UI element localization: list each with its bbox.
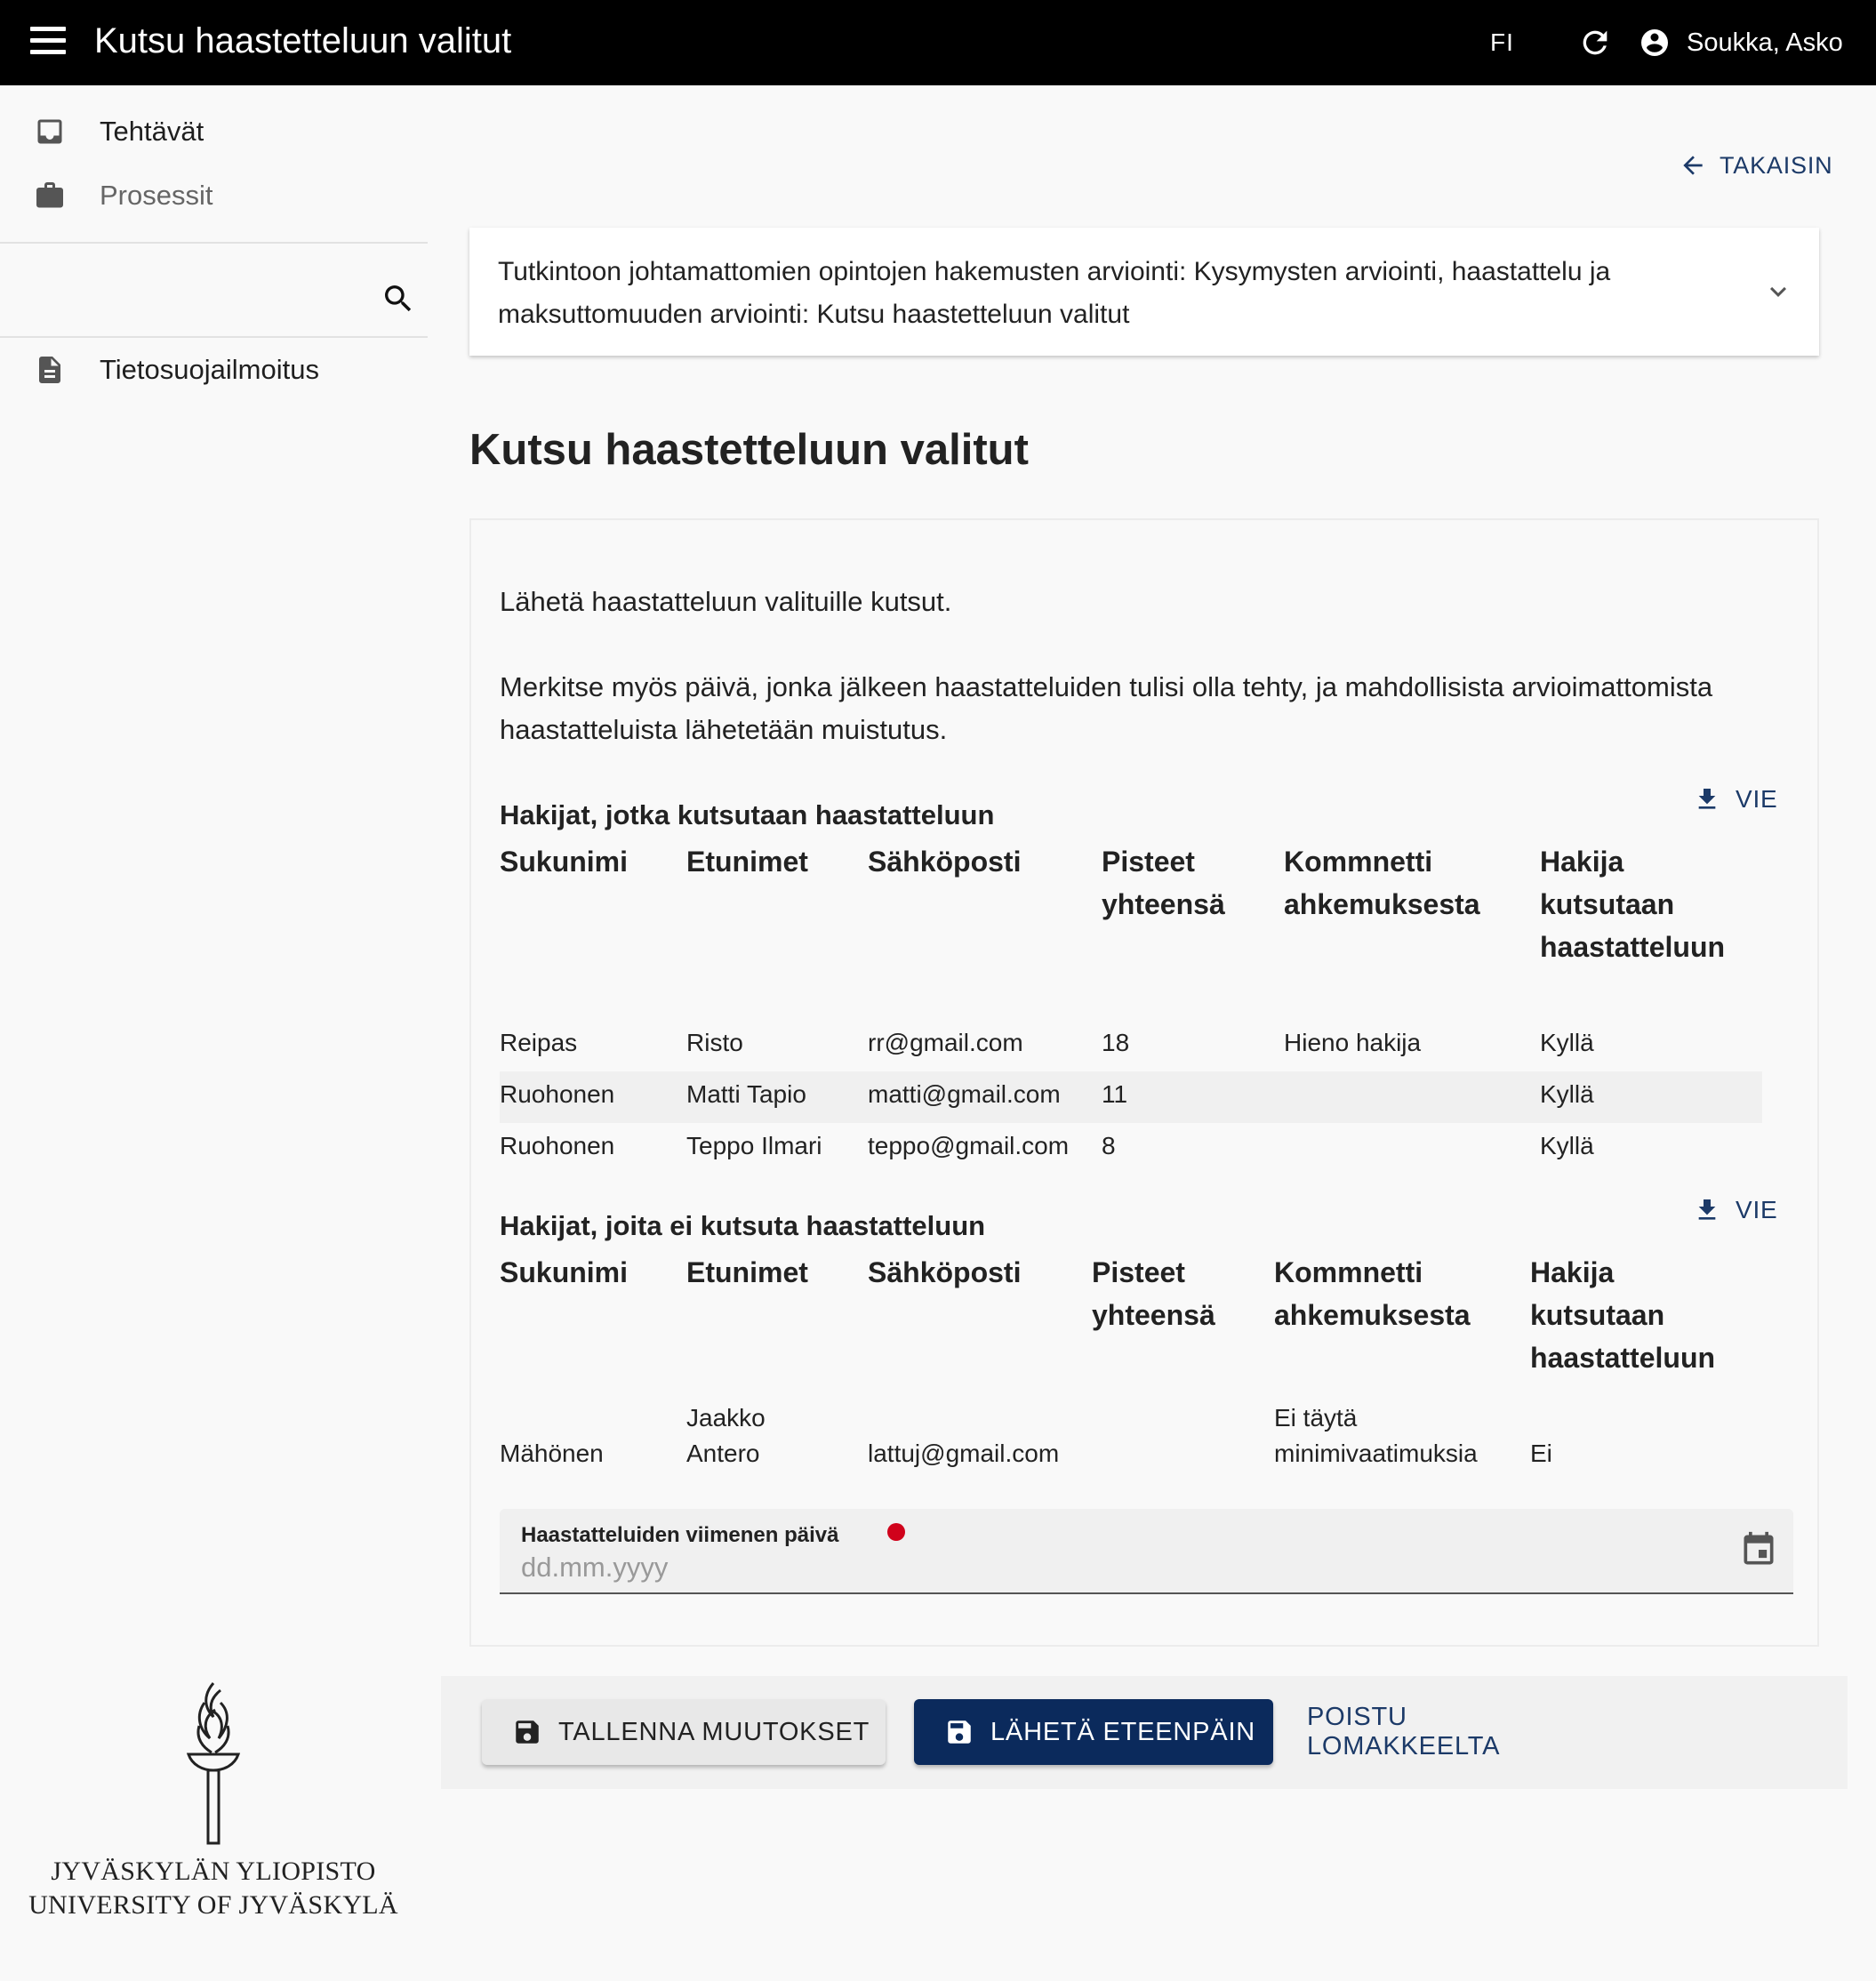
top-app-bar: Kutsu haastetteluun valitut FI Soukka, A… (0, 0, 1876, 85)
send-forward-button[interactable]: LÄHETÄ ETEENPÄIN (914, 1699, 1273, 1765)
table-cell: Hieno hakija (1284, 1029, 1422, 1056)
send-label: LÄHETÄ ETEENPÄIN (990, 1717, 1256, 1746)
column-header: Sähköposti (868, 1256, 1022, 1288)
logo-text-en: UNIVERSITY OF JYVÄSKYLÄ (28, 1890, 398, 1920)
download-icon (1698, 789, 1716, 809)
process-title: Tutkintoon johtamattomien opintojen hake… (498, 257, 1611, 329)
sidebar-item-tasks[interactable]: Tehtävät (0, 105, 428, 158)
chevron-down-icon[interactable] (1762, 276, 1794, 308)
table-cell: 18 (1102, 1029, 1130, 1056)
refresh-icon[interactable] (1577, 25, 1613, 60)
column-header: Hakija kutsutaan haastatteluun (1540, 846, 1726, 963)
logo-text-fi: JYVÄSKYLÄN YLIOPISTO (51, 1857, 376, 1886)
table-cell: Matti Tapio (686, 1080, 806, 1108)
table-cell: Kyllä (1540, 1029, 1594, 1056)
table-cell: Ruohonen (500, 1132, 615, 1159)
table-cell: teppo@gmail.com (868, 1132, 1070, 1159)
divider (0, 242, 428, 244)
table-cell: Reipas (500, 1029, 578, 1056)
table-cell: Risto (686, 1029, 743, 1056)
back-button[interactable]: TAKAISIN (1679, 151, 1832, 180)
table-cell: Teppo Ilmari (686, 1132, 822, 1159)
back-label: TAKAISIN (1720, 151, 1833, 179)
export-label: VIE (1736, 1196, 1778, 1223)
save-icon (516, 1720, 539, 1744)
instruction-text: Merkitse myös päivä, jonka jälkeen haast… (500, 671, 1713, 745)
table-cell: lattuj@gmail.com (868, 1440, 1060, 1467)
column-header: Pisteet yhteensä (1102, 846, 1225, 920)
form-panel: Lähetä haastatteluun valituille kutsut. … (469, 518, 1819, 1647)
table-cell: Kyllä (1540, 1080, 1594, 1108)
column-header: Sukunimi (500, 846, 629, 878)
column-header: Sukunimi (500, 1256, 629, 1288)
sidebar-item-privacy[interactable]: Tietosuojailmoitus (0, 343, 428, 397)
page-title: Kutsu haastetteluun valitut (469, 426, 1029, 474)
inbox-icon (37, 119, 62, 144)
column-header: Pisteet yhteensä (1092, 1256, 1215, 1331)
leave-form-button[interactable]: POISTU LOMAKKEELTA (1305, 1699, 1599, 1765)
sidebar-item-label: Prosessit (100, 180, 213, 211)
export-invited-button[interactable]: VIE (1693, 785, 1778, 814)
table-cell: Ruohonen (500, 1080, 615, 1108)
table-cell: matti@gmail.com (868, 1080, 1061, 1108)
calendar-icon[interactable] (1739, 1530, 1778, 1569)
table-cell: 8 (1102, 1132, 1116, 1159)
column-header: Kommnetti ahkemuksesta (1284, 846, 1480, 920)
date-input[interactable] (521, 1550, 1677, 1585)
column-header: Etunimet (686, 1256, 808, 1288)
column-header: Kommnetti ahkemuksesta (1274, 1256, 1471, 1331)
table-cell: Mähönen (500, 1440, 604, 1467)
menu-icon[interactable] (30, 27, 66, 59)
sidebar-item-label: Tietosuojailmoitus (100, 354, 319, 385)
save-label: TALLENNA MUUTOKSET (558, 1717, 870, 1746)
table-cell: Jaakko Antero (686, 1404, 766, 1467)
export-not-invited-button[interactable]: VIE (1693, 1196, 1778, 1224)
download-icon (1698, 1199, 1716, 1220)
column-header: Hakija kutsutaan haastatteluun (1530, 1256, 1716, 1374)
briefcase-icon (36, 182, 63, 208)
column-header: Sähköposti (868, 846, 1022, 878)
search-icon[interactable] (381, 281, 416, 317)
not-invited-section-title: Hakijat, joita ei kutsuta haastatteluun (500, 1210, 986, 1241)
user-name[interactable]: Soukka, Asko (1687, 28, 1843, 58)
export-label: VIE (1736, 785, 1778, 813)
deadline-date-field[interactable]: Haastatteluiden viimenen päivä (500, 1509, 1793, 1594)
table-cell: rr@gmail.com (868, 1029, 1023, 1056)
process-info-panel[interactable]: Tutkintoon johtamattomien opintojen hake… (469, 228, 1819, 356)
save-changes-button[interactable]: TALLENNA MUUTOKSET (482, 1699, 886, 1765)
form-action-bar: TALLENNA MUUTOKSET LÄHETÄ ETEENPÄIN POIS… (441, 1676, 1848, 1789)
torch-emblem (186, 1682, 241, 1845)
table-cell: 11 (1102, 1080, 1128, 1108)
required-indicator (887, 1523, 905, 1541)
invited-section-title: Hakijat, jotka kutsutaan haastatteluun (500, 799, 995, 830)
table-cell: Ei täytä minimivaatimuksia (1274, 1404, 1478, 1467)
sidebar-item-label: Tehtävät (100, 116, 204, 147)
account-icon[interactable] (1639, 27, 1671, 59)
table-cell: Kyllä (1540, 1132, 1594, 1159)
language-selector[interactable]: FI (1490, 28, 1514, 57)
divider (0, 336, 428, 338)
intro-text: Lähetä haastatteluun valituille kutsut. (500, 586, 952, 617)
save-icon (948, 1720, 971, 1744)
arrow-back-icon (1683, 156, 1703, 175)
date-field-label: Haastatteluiden viimenen päivä (521, 1523, 839, 1547)
table-cell: Ei (1530, 1440, 1552, 1467)
document-icon (39, 357, 60, 383)
app-title: Kutsu haastetteluun valitut (94, 21, 512, 60)
sidebar-item-processes[interactable]: Prosessit (0, 169, 428, 222)
column-header: Etunimet (686, 846, 808, 878)
university-logo: JYVÄSKYLÄN YLIOPISTO UNIVERSITY OF JYVÄS… (18, 1676, 409, 1922)
